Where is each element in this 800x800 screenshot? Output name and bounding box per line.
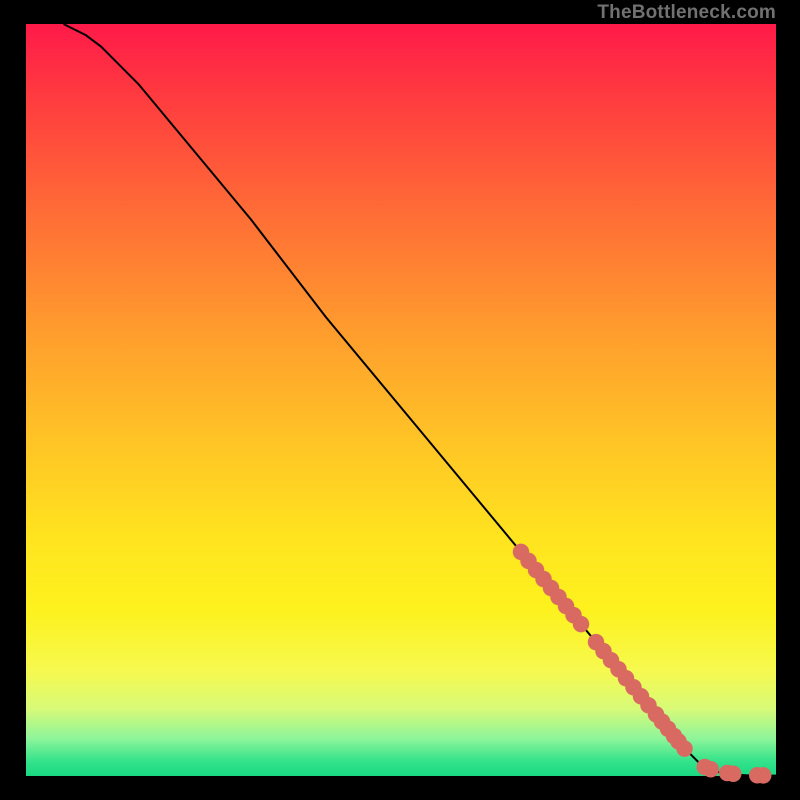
marker-dot: [573, 616, 590, 633]
highlighted-points: [513, 544, 772, 784]
plot-area: [26, 24, 776, 776]
marker-dot: [725, 765, 742, 782]
chart-svg: [26, 24, 776, 776]
chart-stage: TheBottleneck.com: [0, 0, 800, 800]
marker-dot: [676, 740, 693, 757]
marker-dot: [703, 761, 720, 778]
attribution-label: TheBottleneck.com: [597, 2, 776, 24]
bottleneck-curve: [64, 24, 777, 776]
marker-dot: [755, 767, 772, 784]
